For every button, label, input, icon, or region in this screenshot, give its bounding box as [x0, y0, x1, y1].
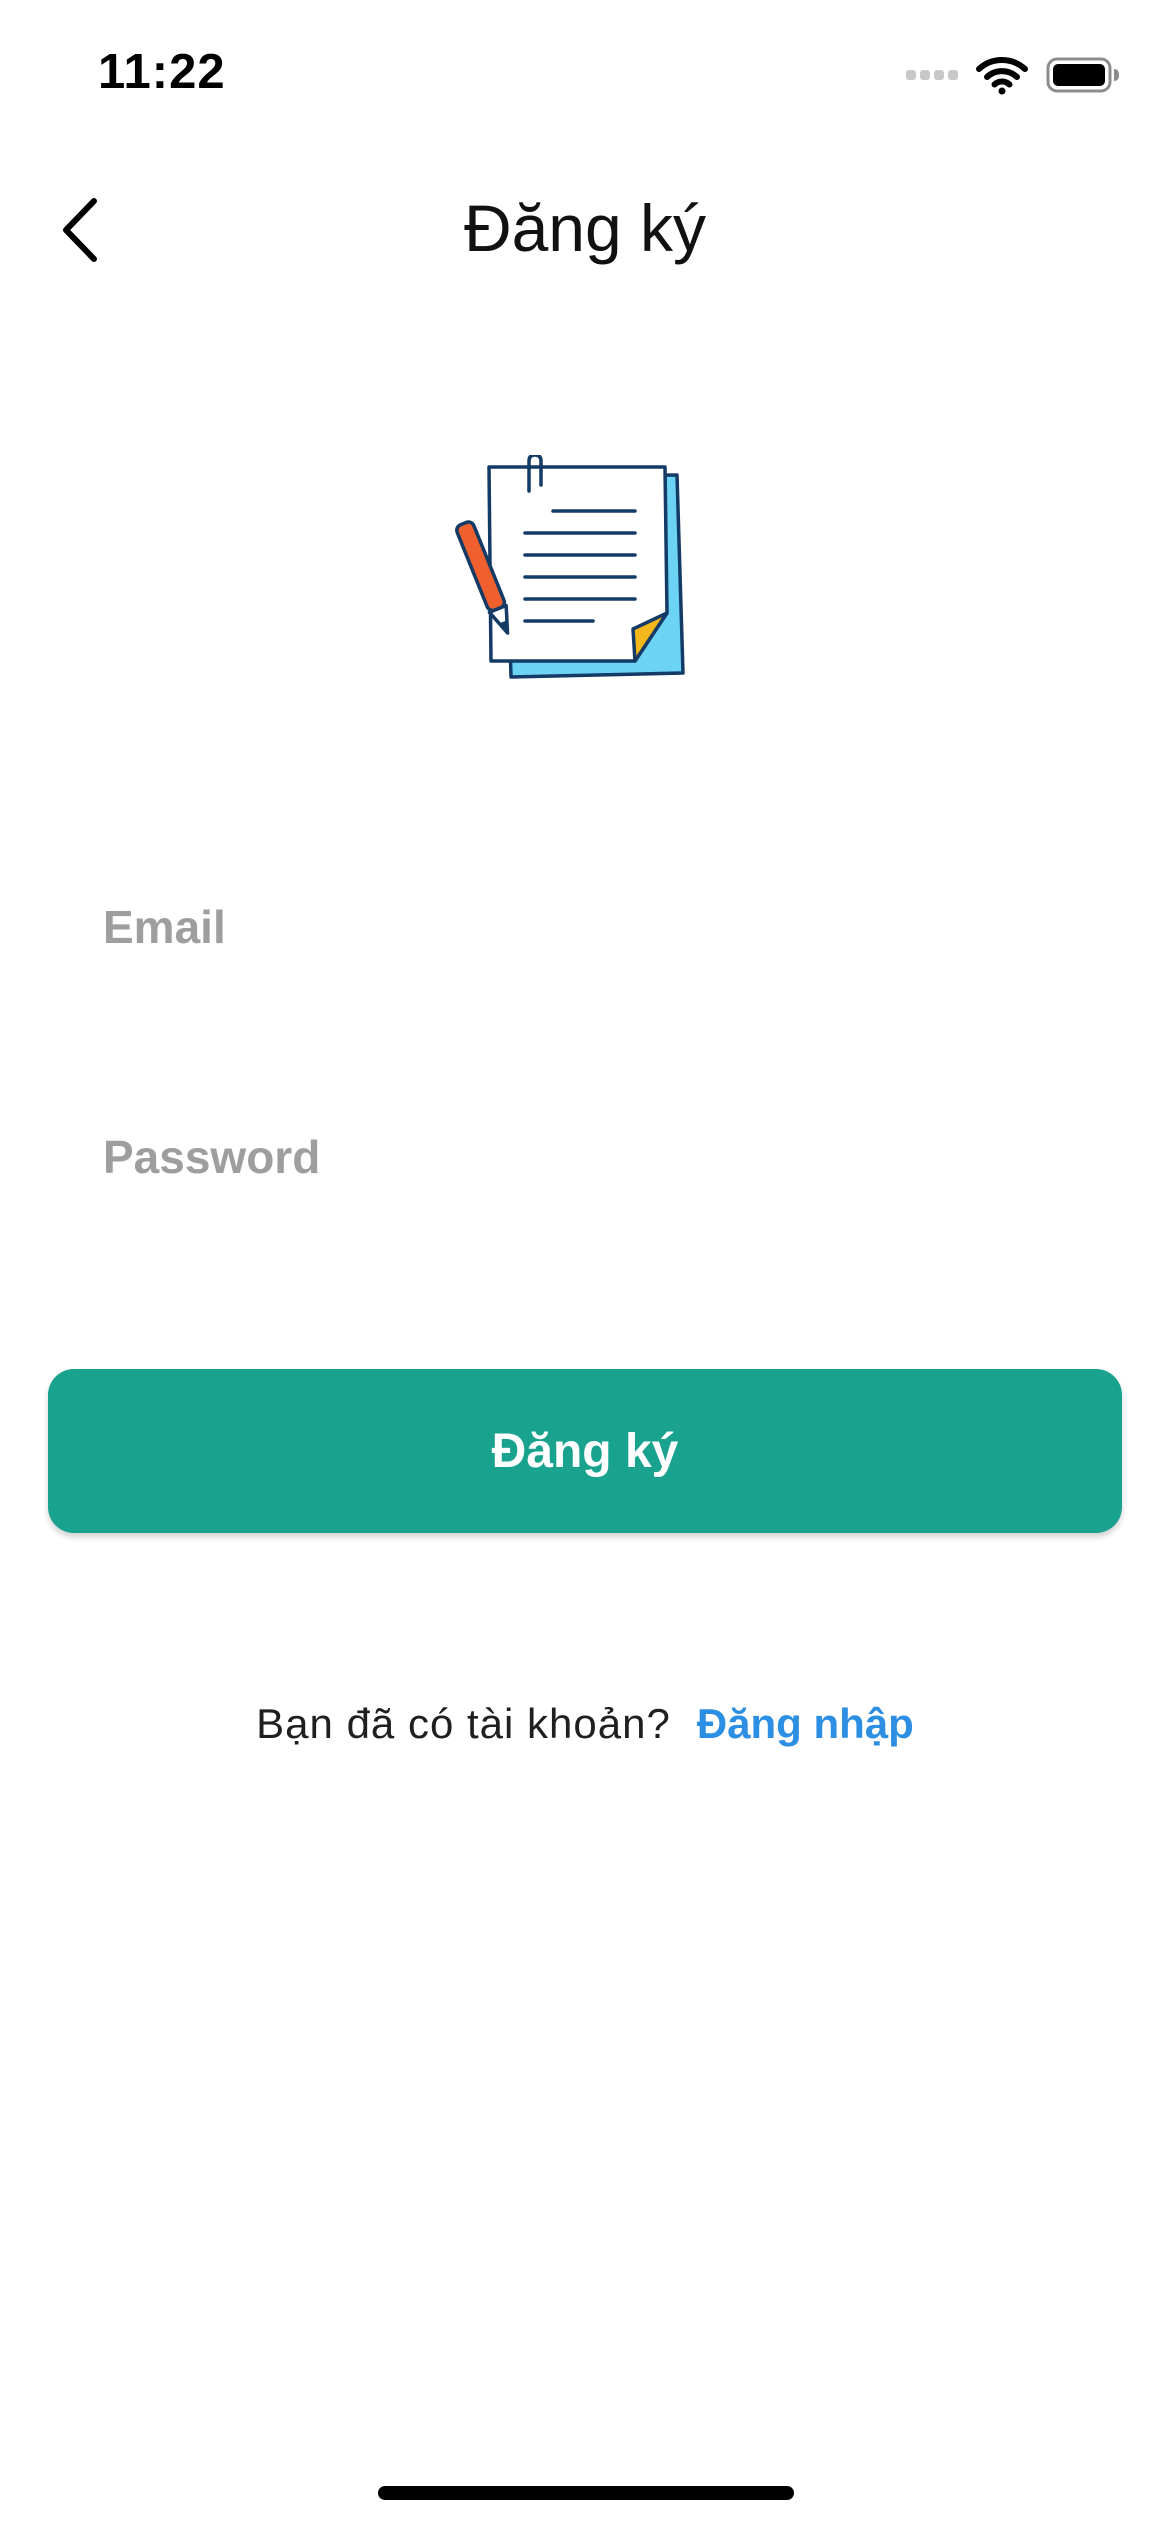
wifi-icon	[976, 57, 1028, 95]
register-button[interactable]: Đăng ký	[48, 1369, 1122, 1533]
status-bar: 11:22	[0, 0, 1170, 140]
status-time: 11:22	[98, 45, 226, 99]
battery-icon	[1046, 57, 1119, 93]
email-placeholder: Email	[103, 901, 226, 953]
page-title: Đăng ký	[463, 191, 707, 265]
notepad-with-pencil-icon	[445, 453, 705, 695]
home-indicator	[378, 2486, 794, 2500]
email-field[interactable]: Email	[103, 882, 1063, 972]
cellular-signal-icon	[906, 70, 958, 80]
login-link[interactable]: Đăng nhập	[697, 1700, 914, 1747]
login-prompt: Bạn đã có tài khoản?	[256, 1700, 671, 1747]
navigation-bar: Đăng ký	[0, 170, 1170, 280]
password-field[interactable]: Password	[103, 1112, 1063, 1202]
status-icons	[906, 55, 1120, 95]
password-placeholder: Password	[103, 1131, 321, 1183]
login-row: Bạn đã có tài khoản? Đăng nhập	[0, 1700, 1170, 1748]
